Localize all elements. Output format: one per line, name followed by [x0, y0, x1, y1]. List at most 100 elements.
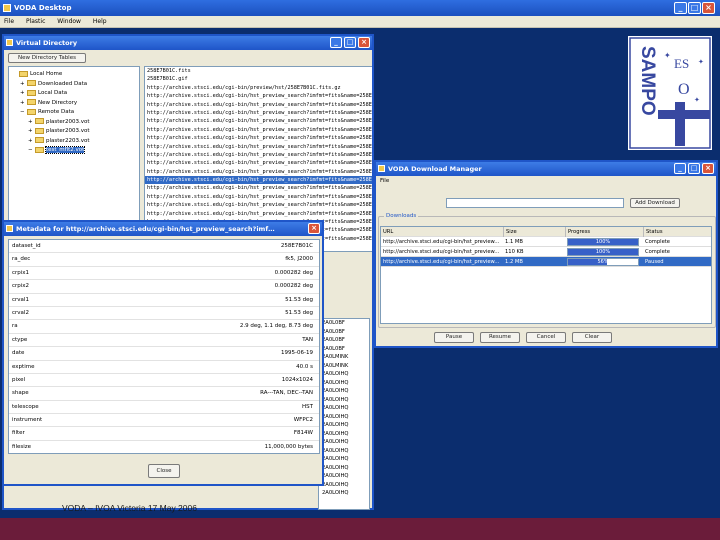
- file-list-item[interactable]: http://archive.stsci.edu/cgi-bin/hst_pre…: [145, 92, 372, 100]
- download-url-input[interactable]: [446, 198, 624, 208]
- file-list-item[interactable]: http://archive.stsci.edu/cgi-bin/hst_pre…: [145, 117, 372, 125]
- tree-node[interactable]: + Local Data: [20, 89, 67, 98]
- header-size[interactable]: Size: [503, 227, 565, 237]
- file-list-item[interactable]: 258E7B01C.gif: [145, 75, 372, 83]
- metadata-close-button[interactable]: Close: [148, 464, 180, 478]
- expand-toggle-icon[interactable]: −: [28, 146, 33, 155]
- expand-toggle-icon[interactable]: +: [20, 89, 25, 98]
- dataset-id-item[interactable]: 2A0LOIHQ: [319, 481, 369, 490]
- metadata-row[interactable]: filter F814W: [9, 427, 319, 441]
- dataset-id-item[interactable]: 2A0L0BF: [319, 328, 369, 337]
- download-row[interactable]: http://archive.stsci.edu/cgi-bin/hst_pre…: [381, 257, 711, 267]
- tree-node[interactable]: + plaster2203.vot: [28, 137, 90, 146]
- maximize-button[interactable]: □: [688, 163, 700, 174]
- metadata-row[interactable]: ra_dec fk5, J2000: [9, 253, 319, 267]
- menu-plastic[interactable]: Plastic: [26, 18, 45, 25]
- file-list-item[interactable]: http://archive.stsci.edu/cgi-bin/hst_pre…: [145, 184, 372, 192]
- downloads-table[interactable]: URL Size Progress Status http://archive.…: [380, 226, 712, 324]
- dataset-id-item[interactable]: 2A0LOIHQ: [319, 455, 369, 464]
- dataset-id-item[interactable]: 2A0LMINK: [319, 353, 369, 362]
- metadata-row[interactable]: instrument WFPC2: [9, 414, 319, 428]
- expand-toggle-icon[interactable]: +: [28, 137, 33, 146]
- maximize-button[interactable]: □: [688, 2, 701, 14]
- tree-node[interactable]: Local Home: [12, 70, 62, 79]
- maximize-button[interactable]: □: [344, 37, 356, 48]
- tree-node[interactable]: + Downloaded Data: [20, 80, 87, 89]
- expand-toggle-icon[interactable]: +: [28, 118, 33, 127]
- metadata-row[interactable]: ra 2.9 deg, 1.1 deg, 8.73 deg: [9, 320, 319, 334]
- file-list-item[interactable]: http://archive.stsci.edu/cgi-bin/hst_pre…: [145, 134, 372, 142]
- expand-toggle-icon[interactable]: −: [20, 108, 25, 117]
- tree-node[interactable]: + plaster2003.vot: [28, 118, 90, 127]
- menu-help[interactable]: Help: [93, 18, 107, 25]
- close-button[interactable]: ×: [308, 223, 320, 234]
- file-list-item[interactable]: http://archive.stsci.edu/cgi-bin/hst_pre…: [145, 176, 372, 185]
- metadata-row[interactable]: dataset_id 258E7B01C: [9, 240, 319, 254]
- dataset-id-item[interactable]: 2A0LOIHQ: [319, 430, 369, 439]
- dataset-id-list[interactable]: 2A0L0BF 2A0L0BF 2A0L0BF 2A0L0BF 2A0LMINK 2A0L…: [318, 318, 370, 510]
- metadata-window[interactable]: Metadata for http://archive.stsci.edu/cg…: [2, 220, 324, 486]
- minimize-button[interactable]: _: [674, 163, 686, 174]
- file-list-item[interactable]: http://archive.stsci.edu/cgi-bin/hst_pre…: [145, 126, 372, 134]
- file-list-item[interactable]: 258E7B01C.fits: [145, 67, 372, 75]
- cancel-button[interactable]: Cancel: [526, 332, 566, 343]
- menu-window[interactable]: Window: [57, 18, 81, 25]
- minimize-button[interactable]: _: [330, 37, 342, 48]
- dataset-id-item[interactable]: 2A0L0BF: [319, 345, 369, 354]
- tree-node[interactable]: + plaster2003.vot: [28, 127, 90, 136]
- download-manager-titlebar[interactable]: VODA Download Manager _ □ ×: [376, 162, 716, 176]
- expand-toggle-icon[interactable]: +: [20, 99, 25, 108]
- dataset-id-item[interactable]: 2A0LOIHQ: [319, 421, 369, 430]
- metadata-row[interactable]: crval1 51.53 deg: [9, 294, 319, 307]
- metadata-row[interactable]: filesize 11,000,000 bytes: [9, 441, 319, 453]
- dataset-id-item[interactable]: 2A0LOIHQ: [319, 464, 369, 473]
- virtual-directory-titlebar[interactable]: Virtual Directory _ □ ×: [4, 36, 372, 50]
- file-list-item[interactable]: http://archive.stsci.edu/cgi-bin/hst_pre…: [145, 210, 372, 218]
- dataset-id-item[interactable]: 2A0L0BF: [319, 336, 369, 345]
- menu-file[interactable]: File: [380, 178, 389, 184]
- dataset-id-item[interactable]: 2A0LOIHQ: [319, 413, 369, 422]
- dataset-id-item[interactable]: 2A0LOIHQ: [319, 447, 369, 456]
- tree-node[interactable]: + New Directory: [20, 99, 77, 108]
- dataset-id-item[interactable]: 2A0L0BF: [319, 319, 369, 328]
- metadata-row[interactable]: pixel 1024x1024: [9, 374, 319, 388]
- file-list-item[interactable]: http://archive.stsci.edu/cgi-bin/hst_pre…: [145, 193, 372, 201]
- app-titlebar[interactable]: VODA Desktop _ □ ×: [0, 0, 720, 16]
- new-directory-tables-button[interactable]: New Directory Tables: [8, 53, 86, 63]
- tree-node[interactable]: − test_mflt2.vot: [28, 146, 86, 155]
- file-list-item[interactable]: http://archive.stsci.edu/cgi-bin/hst_pre…: [145, 159, 372, 167]
- dataset-id-item[interactable]: 2A0LOIHQ: [319, 370, 369, 379]
- header-url[interactable]: URL: [381, 227, 503, 237]
- menu-file[interactable]: File: [4, 18, 14, 25]
- download-manager-window[interactable]: VODA Download Manager _ □ × File Add Dow…: [374, 160, 718, 348]
- file-list-item[interactable]: http://archive.stsci.edu/cgi-bin/hst_pre…: [145, 151, 372, 159]
- file-list-item[interactable]: http://archive.stsci.edu/cgi-bin/hst_pre…: [145, 201, 372, 209]
- metadata-row[interactable]: shape RA---TAN, DEC--TAN: [9, 387, 319, 401]
- metadata-row[interactable]: crpix1 0.000282 deg: [9, 267, 319, 281]
- dataset-id-item[interactable]: 2A0LOIHQ: [319, 438, 369, 447]
- file-list-item[interactable]: http://archive.stsci.edu/cgi-bin/hst_pre…: [145, 168, 372, 176]
- metadata-row[interactable]: telescope HST: [9, 401, 319, 415]
- metadata-row[interactable]: ctype TAN: [9, 334, 319, 348]
- clear-button[interactable]: Clear: [572, 332, 612, 343]
- metadata-row[interactable]: date 1995-06-19: [9, 347, 319, 361]
- dataset-id-item[interactable]: 2A0LOIHQ: [319, 396, 369, 405]
- dataset-id-item[interactable]: 2A0LMINK: [319, 362, 369, 371]
- file-list-item[interactable]: http://archive.stsci.edu/cgi-bin/hst_pre…: [145, 143, 372, 151]
- file-list-item[interactable]: http://archive.stsci.edu/cgi-bin/hst_pre…: [145, 101, 372, 109]
- metadata-row[interactable]: crpix2 0.000282 deg: [9, 280, 319, 294]
- pause-button[interactable]: Pause: [434, 332, 474, 343]
- tree-node[interactable]: − Remote Data: [20, 108, 74, 117]
- close-button[interactable]: ×: [702, 163, 714, 174]
- close-button[interactable]: ×: [702, 2, 715, 14]
- dataset-id-item[interactable]: 2A0LOIHQ: [319, 472, 369, 481]
- add-download-button[interactable]: Add Download: [630, 198, 680, 208]
- dataset-id-item[interactable]: 2A0LOIHQ: [319, 404, 369, 413]
- download-row[interactable]: http://archive.stsci.edu/cgi-bin/hst_pre…: [381, 247, 711, 257]
- expand-toggle-icon[interactable]: +: [20, 80, 25, 89]
- dataset-id-item[interactable]: 2A0LOIHQ: [319, 489, 369, 498]
- close-button[interactable]: ×: [358, 37, 370, 48]
- dataset-id-item[interactable]: 2A0LOIHQ: [319, 387, 369, 396]
- resume-button[interactable]: Resume: [480, 332, 520, 343]
- file-list-item[interactable]: http://archive.stsci.edu/cgi-bin/hst_pre…: [145, 109, 372, 117]
